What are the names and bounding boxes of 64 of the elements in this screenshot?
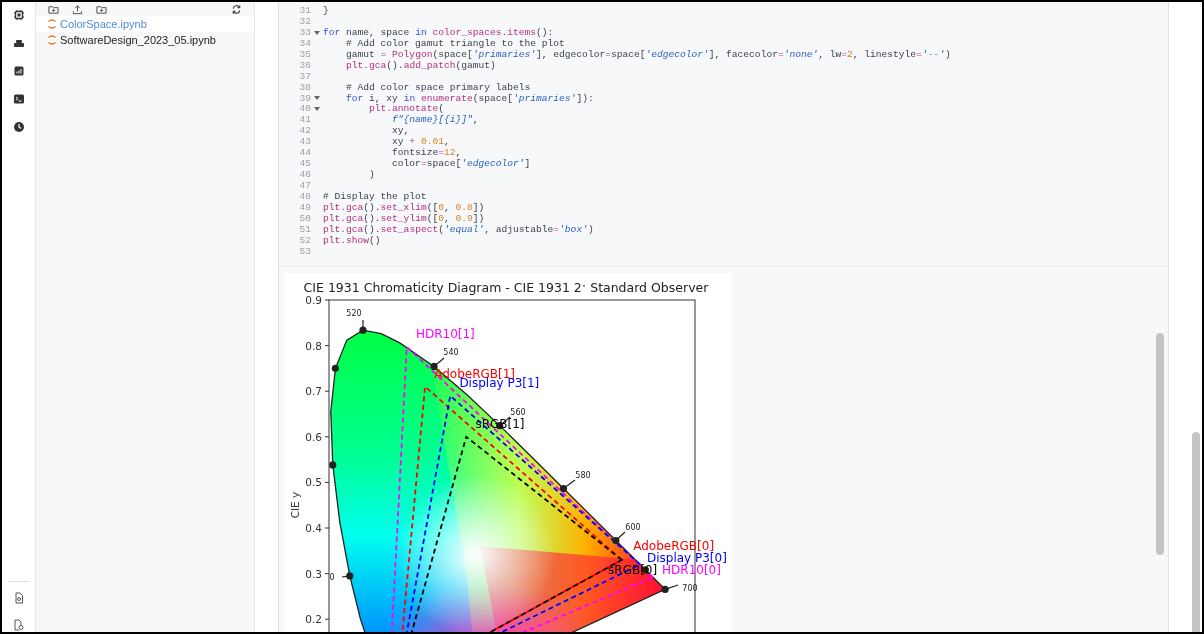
code-line: }	[323, 6, 329, 17]
line-number: 42	[298, 126, 311, 138]
code-line: # Add color space primary labels	[345, 82, 531, 94]
wavelength-label: 540	[443, 347, 459, 357]
line-number: 33	[298, 27, 311, 39]
line-number: 49	[298, 202, 311, 214]
tick-label: 0.7	[305, 384, 322, 397]
annotation-label: Display P3[0]	[646, 550, 727, 565]
code-line: plt.gca().set_xlim([0, 0.8])	[323, 202, 485, 214]
code-line: xy + 0.01,	[391, 137, 450, 148]
wavelength-label: 0	[329, 572, 335, 582]
code-line: # Add color gamut triangle to the plot	[345, 38, 565, 50]
tick-label: 0.3	[305, 567, 322, 580]
code-line: plt.annotate(	[368, 104, 444, 115]
file-item[interactable]: SoftwareDesign_2023_05.ipynb	[36, 32, 254, 48]
line-number: 51	[298, 224, 311, 236]
code-line: plt.gca().set_aspect('equal', adjustable='box')	[323, 224, 594, 236]
line-number: 37	[298, 71, 311, 83]
wavelength-label: 600	[625, 522, 641, 532]
line-number: 45	[298, 159, 311, 171]
line-number: 36	[298, 60, 311, 72]
line-number: 48	[298, 191, 311, 203]
code-line: f"{name}[{i}]",	[391, 115, 479, 127]
line-number: 47	[298, 181, 311, 192]
line-number: 39	[298, 93, 311, 105]
line-number: 52	[298, 235, 311, 247]
tick-label: 0.5	[305, 475, 322, 488]
axis-label: CIE y	[289, 491, 301, 518]
tick-label: 0.4	[305, 521, 322, 534]
code-line: plt.show()	[323, 235, 381, 247]
line-number: 50	[298, 213, 311, 225]
line-number: 31	[298, 6, 311, 17]
plot-title: CIE 1931 Chromaticity Diagram - CIE 1931 2$^{∘}$ Standard Observer	[303, 279, 709, 295]
file-item[interactable]: ColorSpace.ipynb	[36, 16, 254, 32]
wavelength-label: 580	[575, 470, 591, 480]
annotation-label: HDR10[1]	[415, 326, 475, 341]
line-number: 43	[298, 137, 311, 149]
tick-label: 0.2	[305, 612, 322, 625]
line-number: 35	[298, 49, 311, 61]
code-line: gamut = Polygon(space['primaries'], edgecolor=space['edgecolor'], facecolor='none', lw=2, linestyle='--')	[345, 49, 951, 61]
line-number: 32	[298, 16, 311, 28]
annotation-label: AdobeRGB[0]	[633, 538, 715, 553]
code-line: # Display the plot	[323, 191, 427, 203]
line-number: 44	[298, 148, 311, 160]
code-line: plt.gca().add_patch(gamut)	[345, 60, 496, 72]
line-number: 41	[298, 115, 311, 127]
code-line: xy,	[391, 126, 410, 138]
line-number: 40	[298, 104, 311, 116]
line-number: 46	[298, 170, 311, 181]
tick-label: 0.9	[305, 293, 322, 306]
tick-label: 0.8	[305, 339, 322, 352]
line-number: 34	[298, 38, 311, 50]
wavelength-label: 700	[682, 583, 698, 593]
code-line: for name, space in color_spaces.items():	[323, 27, 554, 39]
line-number: 38	[298, 82, 311, 94]
code-line: plt.gca().set_ylim([0, 0.9])	[323, 213, 485, 225]
wavelength-label: 560	[510, 407, 526, 417]
line-number: 53	[298, 246, 311, 258]
tick-label: 0.6	[305, 430, 322, 443]
code-line: for i, xy in enumerate(space['primaries']):	[345, 93, 594, 104]
code-line: )	[368, 170, 375, 181]
code-line: fontsize=12,	[391, 148, 462, 159]
code-line: color=space['edgecolor']	[391, 159, 531, 171]
wavelength-label: 520	[346, 308, 362, 318]
